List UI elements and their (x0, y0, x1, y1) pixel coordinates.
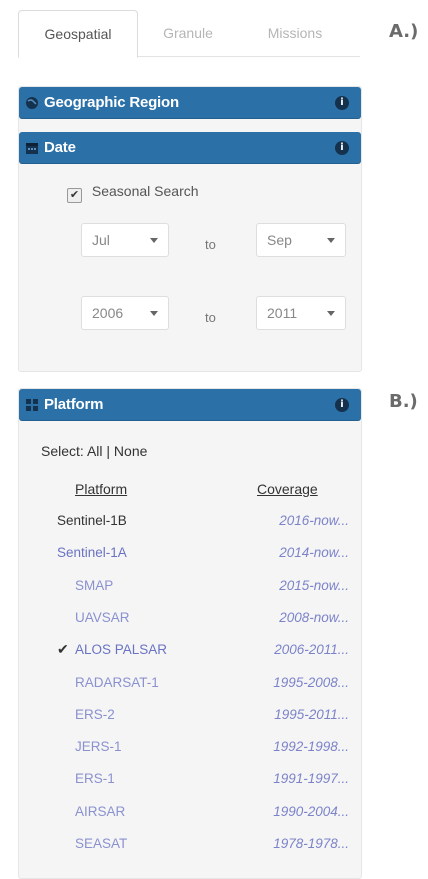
platform-row[interactable]: Sentinel-1B 2016-now... (19, 513, 361, 543)
geographic-region-title: Geographic Region (44, 94, 179, 111)
platform-coverage: 1990-2004... (273, 803, 349, 819)
info-icon[interactable]: i (335, 398, 349, 412)
end-month-select[interactable]: Sep (256, 223, 346, 257)
figure-label-a: A.) (389, 21, 419, 42)
platform-row[interactable]: ✔ ALOS PALSAR 2006-2011... (19, 641, 361, 672)
info-icon[interactable]: i (335, 96, 349, 110)
month-to-label: to (205, 237, 216, 252)
platform-row[interactable]: SEASAT 1978-1978... (19, 836, 361, 866)
caret-down-icon (150, 238, 158, 243)
select-prefix: Select: (41, 443, 84, 459)
start-month-select[interactable]: Jul (81, 223, 169, 257)
platform-panel: Platform i Select: All | None Platform C… (18, 388, 362, 879)
info-icon[interactable]: i (335, 141, 349, 155)
platform-coverage: 2016-now... (279, 513, 349, 528)
calendar-icon (26, 143, 38, 154)
platform-name[interactable]: JERS-1 (75, 739, 122, 754)
platform-row[interactable]: Sentinel-1A 2014-now... (19, 545, 361, 575)
end-year-value: 2011 (267, 305, 298, 321)
platform-header[interactable]: Platform i (19, 389, 361, 421)
start-month-value: Jul (92, 232, 110, 248)
geographic-region-header[interactable]: Geographic Region i (19, 87, 361, 119)
select-all-link[interactable]: All (87, 443, 103, 459)
seasonal-search-label: Seasonal Search (91, 183, 199, 199)
select-none-link[interactable]: None (114, 443, 147, 459)
platform-row[interactable]: UAVSAR 2008-now... (19, 610, 361, 640)
coverage-column-header[interactable]: Coverage (257, 481, 318, 497)
platform-coverage: 2015-now... (279, 577, 349, 593)
grid-icon (26, 399, 38, 411)
platform-coverage: 1992-1998... (273, 739, 349, 755)
date-header[interactable]: Date i (19, 132, 361, 164)
date-title: Date (44, 139, 76, 156)
tab-geospatial[interactable]: Geospatial (18, 10, 138, 58)
end-year-select[interactable]: 2011 (256, 296, 346, 330)
platform-column-header[interactable]: Platform (75, 481, 127, 497)
platform-name[interactable]: SEASAT (75, 836, 127, 851)
tab-bar: Geospatial Granule Missions (18, 10, 360, 58)
platform-name[interactable]: ERS-1 (75, 771, 115, 786)
globe-icon (26, 97, 38, 109)
year-to-label: to (205, 310, 216, 325)
platform-name[interactable]: ERS-2 (75, 707, 115, 722)
platform-row[interactable]: AIRSAR 1990-2004... (19, 804, 361, 834)
tab-granule[interactable]: Granule (138, 10, 238, 56)
tab-missions[interactable]: Missions (240, 10, 350, 56)
platform-row[interactable]: RADARSAT-1 1995-2008... (19, 675, 361, 705)
platform-name[interactable]: AIRSAR (75, 804, 125, 819)
platform-coverage: 2008-now... (279, 609, 349, 625)
select-separator: | (106, 443, 111, 459)
platform-name[interactable]: ALOS PALSAR (75, 642, 167, 657)
checkmark-icon: ✔ (57, 641, 69, 658)
caret-down-icon (150, 311, 158, 316)
platform-name[interactable]: Sentinel-1B (57, 513, 127, 528)
platform-coverage: 1995-2008... (273, 674, 349, 690)
platform-row[interactable]: SMAP 2015-now... (19, 578, 361, 608)
caret-down-icon (327, 238, 335, 243)
platform-coverage: 1995-2011... (274, 706, 349, 722)
figure-label-b: B.) (389, 391, 418, 412)
platform-coverage: 2006-2011... (274, 642, 349, 658)
start-year-select[interactable]: 2006 (81, 296, 169, 330)
filters-panel: Geographic Region i Date i ✔ Seasonal Se… (18, 86, 362, 372)
platform-coverage: 1991-1997... (273, 771, 349, 787)
platform-row[interactable]: JERS-1 1992-1998... (19, 739, 361, 769)
platform-name[interactable]: SMAP (75, 578, 113, 593)
caret-down-icon (327, 311, 335, 316)
select-all-none: Select: All | None (41, 443, 147, 459)
platform-name[interactable]: Sentinel-1A (57, 545, 127, 560)
seasonal-search-option[interactable]: ✔ Seasonal Search (67, 183, 199, 203)
seasonal-search-checkbox[interactable]: ✔ (67, 188, 82, 203)
platform-coverage: 2014-now... (279, 545, 349, 561)
end-month-value: Sep (267, 232, 292, 248)
start-year-value: 2006 (92, 305, 124, 321)
platform-title: Platform (44, 396, 104, 413)
platform-coverage: 1978-1978... (273, 836, 349, 851)
platform-row[interactable]: ERS-1 1991-1997... (19, 771, 361, 801)
platform-row[interactable]: ERS-2 1995-2011... (19, 707, 361, 737)
platform-name[interactable]: UAVSAR (75, 610, 130, 625)
platform-name[interactable]: RADARSAT-1 (75, 675, 159, 690)
